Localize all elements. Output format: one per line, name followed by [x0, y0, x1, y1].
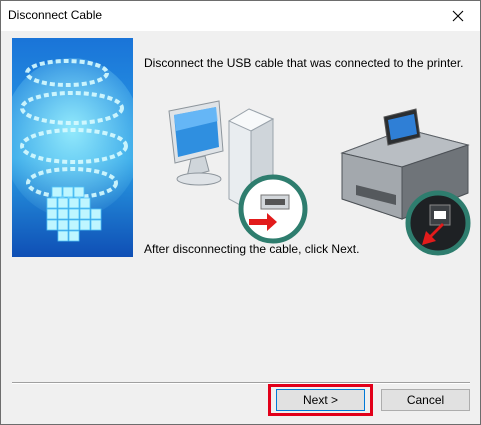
instruction-text: Disconnect the USB cable that was connec… [144, 56, 464, 70]
title-bar: Disconnect Cable [1, 1, 480, 31]
printer-usb-illustration [336, 101, 476, 256]
spiral-cubes-art [12, 38, 133, 257]
separator-line [12, 382, 470, 384]
dialog-body: Disconnect the USB cable that was connec… [1, 31, 480, 424]
dialog-window: Disconnect Cable Disconnect the USB cabl… [0, 0, 481, 425]
next-button[interactable]: Next > [276, 389, 365, 411]
after-disconnect-text: After disconnecting the cable, click Nex… [144, 242, 360, 256]
window-title: Disconnect Cable [8, 8, 103, 22]
cancel-button[interactable]: Cancel [381, 389, 470, 411]
close-icon [452, 10, 464, 22]
close-button[interactable] [436, 1, 480, 31]
computer-usb-illustration [161, 91, 311, 251]
